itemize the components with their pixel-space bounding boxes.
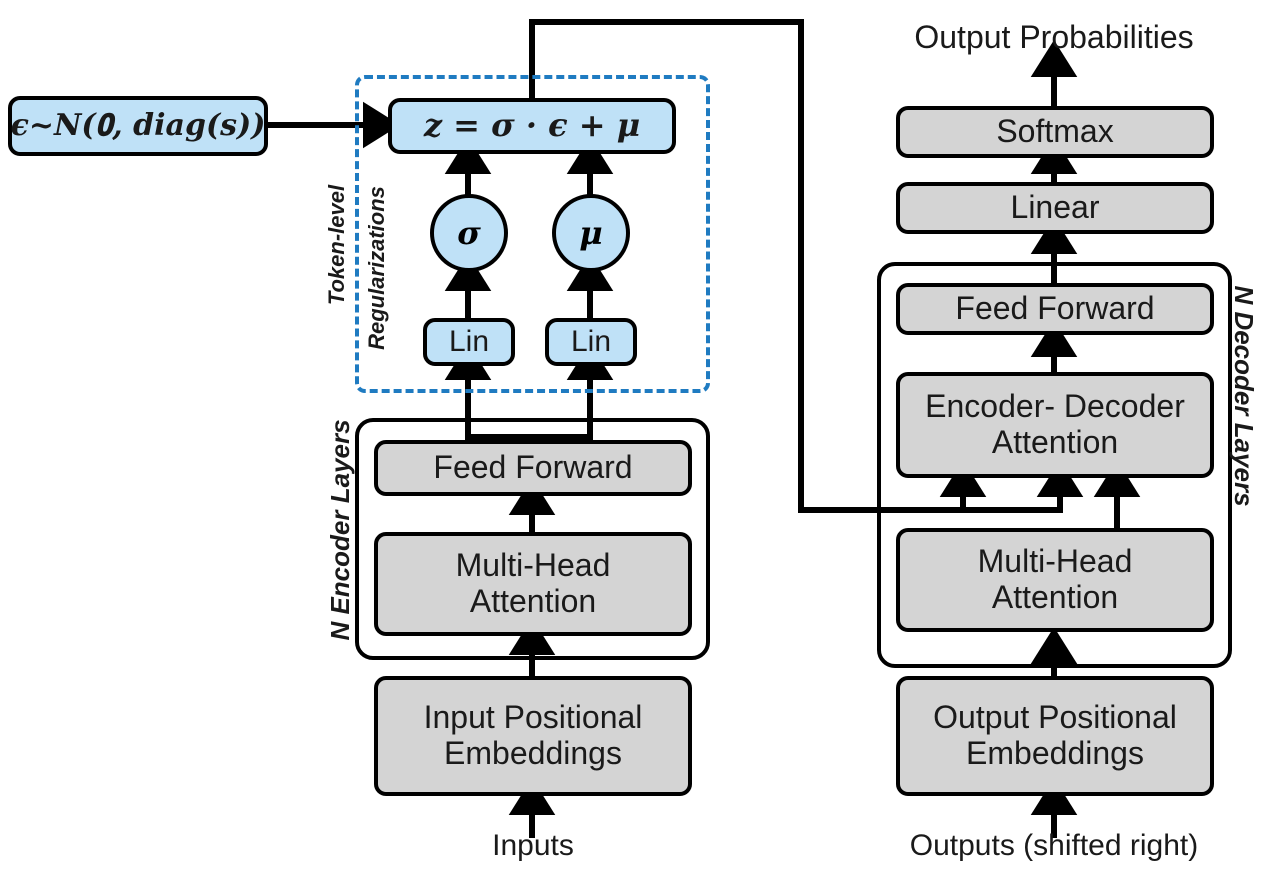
output-positional-embeddings-label: Output Positional Embeddings	[933, 699, 1177, 771]
token-level-regularizations-label-line2: Regularizations	[347, 153, 407, 383]
encoder-stack-side-label: N Encoder Layers	[321, 405, 361, 655]
output-probabilities-label: Output Probabilities	[878, 16, 1230, 58]
encoder-multi-head-attention-label: Multi-Head Attention	[455, 547, 611, 619]
encoder-multi-head-attention-block: Multi-Head Attention	[374, 532, 692, 636]
region-label-line2: Regularizations	[364, 186, 390, 350]
input-positional-embeddings-block: Input Positional Embeddings	[374, 676, 692, 796]
outputs-label: Outputs (shifted right)	[878, 826, 1230, 866]
encoder-decoder-attention-label: Encoder- Decoder Attention	[925, 388, 1185, 460]
sigma-circle: σ	[430, 194, 508, 272]
outputs-label-text: Outputs (shifted right)	[909, 829, 1199, 862]
noise-distribution-box: ϵ~N(𝟎, diag(𝒔))	[8, 96, 268, 156]
noise-distribution-label: ϵ~N(𝟎, diag(𝒔))	[10, 108, 266, 144]
output-positional-embeddings-block: Output Positional Embeddings	[896, 676, 1214, 796]
linear-sigma-box: Lin	[423, 318, 515, 366]
reparameterization-label: z = σ · ϵ + μ	[423, 106, 641, 145]
linear-mu-label: Lin	[570, 325, 612, 359]
inputs-label: Inputs	[402, 826, 664, 866]
linear-block-label: Linear	[1010, 189, 1100, 226]
encoder-decoder-attention-block: Encoder- Decoder Attention	[896, 372, 1214, 478]
softmax-block-label: Softmax	[996, 113, 1114, 150]
softmax-block: Softmax	[896, 106, 1214, 158]
mu-label: μ	[579, 214, 603, 252]
output-probabilities-text: Output Probabilities	[914, 18, 1194, 55]
sigma-label: σ	[457, 214, 481, 252]
encoder-feed-forward-label: Feed Forward	[433, 449, 633, 486]
inputs-label-text: Inputs	[492, 829, 574, 862]
transformer-vae-diagram: Token-level Regularizations ϵ~N(𝟎, diag(…	[0, 0, 1262, 876]
encoder-side-label-text: N Encoder Layers	[325, 419, 356, 641]
linear-mu-box: Lin	[545, 318, 637, 366]
region-label-line1: Token-level	[324, 184, 350, 306]
reparameterization-box: z = σ · ϵ + μ	[388, 98, 676, 154]
input-positional-embeddings-label: Input Positional Embeddings	[423, 699, 643, 771]
decoder-feed-forward-block: Feed Forward	[896, 283, 1214, 335]
mu-circle: μ	[552, 194, 630, 272]
decoder-multi-head-attention-block: Multi-Head Attention	[896, 528, 1214, 632]
decoder-stack-side-label: N Decoder Layers	[1223, 271, 1262, 521]
decoder-multi-head-attention-label: Multi-Head Attention	[977, 543, 1133, 615]
decoder-feed-forward-label: Feed Forward	[955, 290, 1155, 327]
linear-block: Linear	[896, 182, 1214, 234]
encoder-feed-forward-block: Feed Forward	[374, 440, 692, 496]
linear-sigma-label: Lin	[448, 325, 490, 359]
decoder-side-label-text: N Decoder Layers	[1228, 285, 1259, 507]
